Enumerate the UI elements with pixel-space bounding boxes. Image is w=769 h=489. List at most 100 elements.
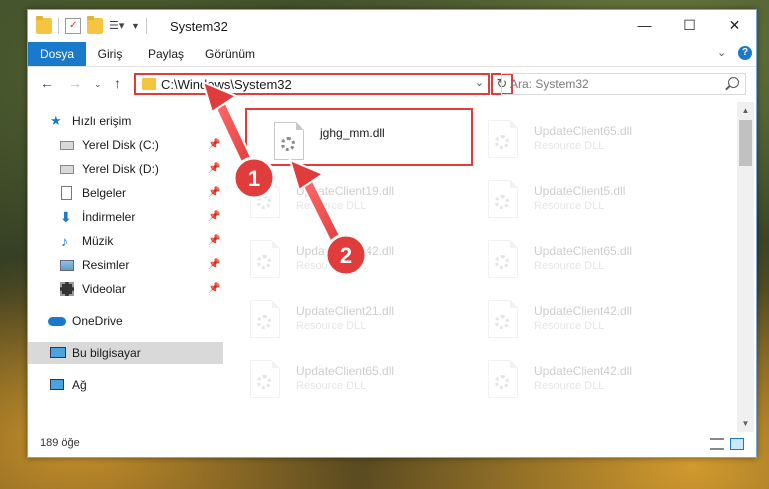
dll-file-icon xyxy=(488,180,518,218)
sidebar-item-label: OneDrive xyxy=(72,314,123,328)
pin-icon[interactable]: 📌 xyxy=(208,134,220,156)
sidebar-item-downloads[interactable]: ⬇ İndirmeler 📌 xyxy=(28,206,223,228)
pictures-icon xyxy=(60,260,74,271)
file-name: UpdateClient21.dll xyxy=(296,304,395,318)
maximize-button[interactable]: ☐ xyxy=(667,10,712,40)
new-folder-icon[interactable] xyxy=(87,16,103,34)
documents-icon xyxy=(61,186,72,200)
folder-icon xyxy=(142,78,156,90)
help-icon[interactable]: ? xyxy=(738,46,752,60)
scrollbar-thumb[interactable] xyxy=(739,120,752,166)
file-item[interactable]: UpdateClient5.dll Resource DLL xyxy=(462,174,682,226)
window-title: System32 xyxy=(170,19,228,34)
close-button[interactable]: ✕ xyxy=(712,10,757,40)
forward-arrow-icon[interactable]: → xyxy=(68,75,82,91)
back-arrow-icon[interactable]: ← xyxy=(40,75,54,91)
tab-file[interactable]: Dosya xyxy=(28,42,86,66)
gear-icon xyxy=(257,195,271,209)
network-icon xyxy=(50,379,64,390)
sidebar-item-disk-c[interactable]: Yerel Disk (C:) 📌 xyxy=(28,134,223,156)
file-name: UpdateClient5.dll xyxy=(534,184,626,198)
file-name: UpdateClient42.dll xyxy=(534,364,633,378)
file-type: Resource DLL xyxy=(296,320,367,332)
file-type: Resource DLL xyxy=(534,140,605,152)
cloud-icon xyxy=(48,317,66,326)
gear-icon xyxy=(495,195,509,209)
file-name: UpdateClient42.dll xyxy=(534,304,633,318)
tab-share[interactable]: Paylaş xyxy=(142,42,190,66)
file-type: Resource DLL xyxy=(534,260,605,272)
separator xyxy=(58,18,59,34)
sidebar-item-label: Hızlı erişim xyxy=(72,114,132,128)
folder-icon xyxy=(36,16,52,34)
sidebar-item-documents[interactable]: Belgeler 📌 xyxy=(28,182,223,204)
scroll-down-icon[interactable]: ▼ xyxy=(737,415,754,432)
expand-ribbon-icon[interactable]: ⌄ xyxy=(717,46,726,59)
sidebar-item-videos[interactable]: Videolar 📌 xyxy=(28,278,223,300)
file-item[interactable]: UpdateClient65.dll Resource DLL xyxy=(462,234,682,286)
sidebar-item-quick-access[interactable]: ★ Hızlı erişim xyxy=(28,110,223,132)
ribbon-tabs: Dosya Giriş Paylaş Görünüm ⌄ ? xyxy=(28,42,756,67)
file-item[interactable]: UpdateClient21.dll Resource DLL xyxy=(224,294,444,346)
sidebar-item-pictures[interactable]: Resimler 📌 xyxy=(28,254,223,276)
sidebar-item-label: Videolar xyxy=(82,282,126,296)
sidebar-item-this-pc[interactable]: Bu bilgisayar xyxy=(28,342,223,364)
search-icon xyxy=(728,77,739,88)
minimize-button[interactable]: — xyxy=(622,10,667,40)
file-item[interactable]: UpdateClient65.dll Resource DLL xyxy=(462,114,682,166)
customize-toolbar-icon[interactable]: ☰▾ xyxy=(109,18,125,34)
file-type: Resource DLL xyxy=(534,320,605,332)
vertical-scrollbar[interactable]: ▲ ▼ xyxy=(737,102,754,432)
dll-file-icon xyxy=(488,360,518,398)
dll-file-icon xyxy=(488,240,518,278)
gear-icon xyxy=(257,375,271,389)
pin-icon[interactable]: 📌 xyxy=(208,254,220,276)
scroll-up-icon[interactable]: ▲ xyxy=(737,102,754,119)
file-item[interactable]: UpdateClient42.dll Resource DLL xyxy=(462,354,682,406)
dll-file-icon xyxy=(488,120,518,158)
file-item[interactable]: UpdateClient42.dll Resource DLL xyxy=(224,234,444,286)
sidebar-item-onedrive[interactable]: OneDrive xyxy=(28,310,223,332)
up-arrow-icon[interactable]: ↑ xyxy=(114,75,121,91)
sidebar-item-disk-d[interactable]: Yerel Disk (D:) 📌 xyxy=(28,158,223,180)
sidebar-item-label: Ağ xyxy=(72,378,87,392)
gear-icon xyxy=(257,315,271,329)
sidebar-item-label: İndirmeler xyxy=(82,210,136,224)
sidebar-item-label: Bu bilgisayar xyxy=(72,346,141,360)
pin-icon[interactable]: 📌 xyxy=(208,206,220,228)
file-item[interactable]: UpdateClient65.dll Resource DLL xyxy=(224,354,444,406)
chevron-down-icon[interactable]: ⌄ xyxy=(475,76,484,89)
tab-view[interactable]: Görünüm xyxy=(202,42,258,66)
large-icons-view-icon[interactable] xyxy=(730,438,744,450)
recent-locations-icon[interactable]: ⌄ xyxy=(94,79,102,90)
sidebar-item-music[interactable]: ♪ Müzik 📌 xyxy=(28,230,223,252)
file-item[interactable]: UpdateClient19.dll Resource DLL xyxy=(224,174,444,226)
dll-file-icon xyxy=(250,300,280,338)
file-name: UpdateClient19.dll xyxy=(296,184,395,198)
separator xyxy=(145,18,147,34)
search-box[interactable]: Ara: System32 xyxy=(501,73,746,95)
pin-icon[interactable]: 📌 xyxy=(208,230,220,252)
toolbar-dropdown-icon[interactable]: ▼ xyxy=(131,21,140,31)
sidebar-item-network[interactable]: Ağ xyxy=(28,374,223,396)
search-placeholder: Ara: System32 xyxy=(510,77,589,91)
gear-icon xyxy=(495,315,509,329)
gear-icon xyxy=(257,255,271,269)
sidebar-item-label: Yerel Disk (C:) xyxy=(82,138,159,152)
gear-icon xyxy=(495,135,509,149)
sidebar-item-label: Belgeler xyxy=(82,186,127,200)
file-item[interactable]: UpdateClient42.dll Resource DLL xyxy=(462,294,682,346)
file-name: UpdateClient65.dll xyxy=(296,364,395,378)
address-bar[interactable]: C:\Windows\System32 ⌄ xyxy=(134,73,490,95)
pin-icon[interactable]: 📌 xyxy=(208,278,220,300)
downloads-icon: ⬇ xyxy=(60,209,72,225)
details-view-icon[interactable] xyxy=(710,438,724,450)
pin-icon[interactable]: 📌 xyxy=(208,158,220,180)
file-type: Resource DLL xyxy=(534,200,605,212)
star-icon: ★ xyxy=(50,113,62,128)
properties-icon[interactable]: ✓ xyxy=(65,18,81,34)
tab-home[interactable]: Giriş xyxy=(90,42,130,66)
file-type: Resource DLL xyxy=(534,380,605,392)
pin-icon[interactable]: 📌 xyxy=(208,182,220,204)
sidebar-item-label: Resimler xyxy=(82,258,130,272)
